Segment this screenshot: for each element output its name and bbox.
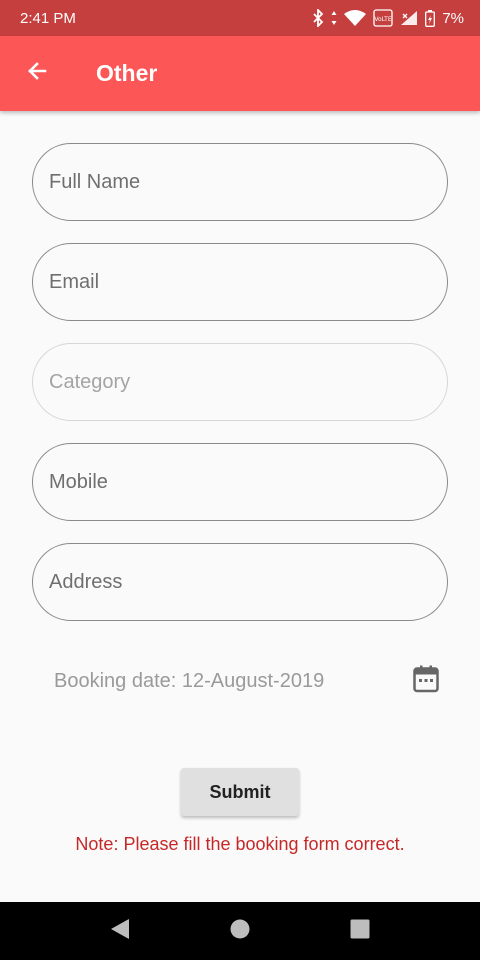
category-field[interactable] bbox=[32, 343, 448, 421]
mobile-field[interactable] bbox=[32, 443, 448, 521]
submit-button[interactable]: Submit bbox=[181, 768, 299, 816]
email-field[interactable] bbox=[32, 243, 448, 321]
full-name-field[interactable] bbox=[32, 143, 448, 221]
status-time: 2:41 PM bbox=[20, 9, 76, 27]
nav-recents-button[interactable] bbox=[335, 906, 385, 956]
booking-date-label: Booking date: 12-August-2019 bbox=[54, 669, 325, 692]
back-button[interactable] bbox=[0, 36, 74, 111]
nav-back-button[interactable] bbox=[95, 906, 145, 956]
circle-home-icon bbox=[230, 919, 250, 944]
address-field[interactable] bbox=[32, 543, 448, 621]
calendar-button[interactable] bbox=[406, 661, 446, 701]
signal-icon bbox=[400, 10, 418, 26]
form-note: Note: Please fill the booking form corre… bbox=[75, 834, 405, 854]
status-icons: VoLTE 7% bbox=[312, 9, 464, 27]
battery-percent: 7% bbox=[442, 9, 464, 27]
battery-icon bbox=[425, 9, 436, 27]
calendar-icon bbox=[413, 665, 439, 698]
app-bar: Other bbox=[0, 36, 480, 111]
wifi-icon bbox=[344, 10, 367, 26]
volte-label: VoLTE bbox=[375, 16, 392, 23]
triangle-back-icon bbox=[110, 918, 130, 945]
nav-home-button[interactable] bbox=[215, 906, 265, 956]
status-bar: 2:41 PM VoLTE 7% bbox=[0, 0, 480, 36]
data-arrows-icon bbox=[331, 10, 337, 26]
booking-date-row: Booking date: 12-August-2019 bbox=[54, 660, 439, 702]
volte-icon: VoLTE bbox=[373, 9, 393, 27]
bluetooth-icon bbox=[312, 9, 324, 27]
arrow-left-icon bbox=[25, 59, 49, 88]
square-recents-icon bbox=[350, 919, 370, 944]
page-title: Other bbox=[96, 60, 158, 86]
system-nav-bar bbox=[0, 902, 480, 960]
